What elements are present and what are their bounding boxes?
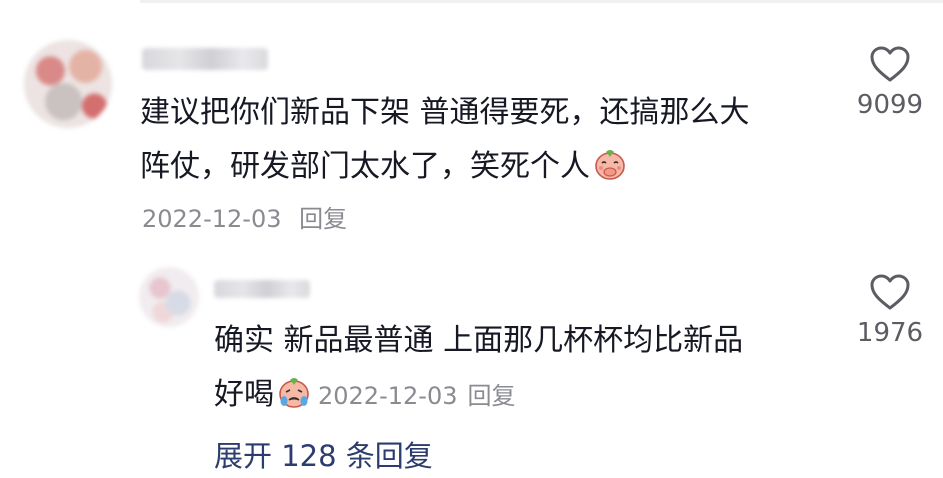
peach-covering-mouth-emoji-icon — [595, 150, 625, 180]
commenter-avatar[interactable] — [24, 40, 112, 128]
main-comment-like[interactable]: 9099 — [848, 44, 932, 122]
main-comment-like-count: 9099 — [856, 90, 924, 120]
reply-comment-text-line2-content: 好喝 — [214, 377, 274, 412]
main-comment-text-line2-content: 阵仗，研发部门太水了，笑死个人 — [140, 149, 590, 184]
reply-comment-text-line1: 确实 新品最普通 上面那几杯杯均比新品 — [214, 323, 744, 358]
reply-avatar[interactable] — [139, 267, 199, 327]
commenter-name-blurred[interactable] — [142, 48, 268, 70]
reply-comment-text-line2: 好喝 2022-12-03 回复 — [214, 368, 515, 423]
peach-crying-emoji-icon — [279, 378, 309, 408]
main-comment-meta: 2022-12-03 回复 — [142, 203, 347, 235]
heart-icon[interactable] — [868, 44, 912, 84]
main-comment-reply-button[interactable]: 回复 — [299, 205, 347, 233]
expand-replies-button[interactable]: 展开 128 条回复 — [214, 437, 433, 475]
reply-comment-reply-button[interactable]: 回复 — [467, 382, 515, 410]
reply-comment-like[interactable]: 1976 — [848, 272, 932, 350]
reply-comment-date: 2022-12-03 — [318, 382, 458, 410]
main-comment-date: 2022-12-03 — [142, 205, 282, 233]
heart-icon[interactable] — [868, 272, 912, 312]
main-comment-text-line2: 阵仗，研发部门太水了，笑死个人 — [140, 140, 628, 194]
reply-name-blurred[interactable] — [214, 280, 310, 298]
main-comment-text-line1: 建议把你们新品下架 普通得要死，还搞那么大 — [140, 95, 750, 130]
reply-comment-like-count: 1976 — [856, 318, 924, 348]
top-divider — [140, 0, 943, 3]
